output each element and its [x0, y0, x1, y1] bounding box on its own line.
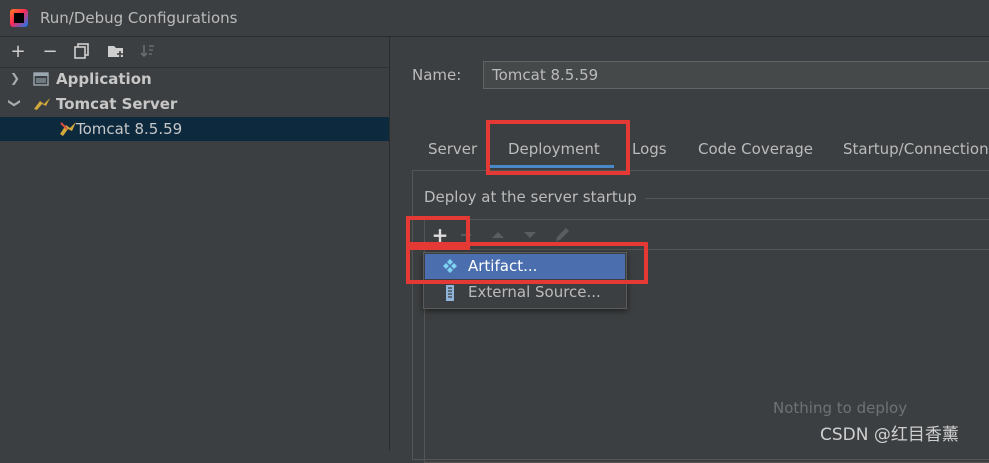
tab-code-coverage[interactable]: Code Coverage: [698, 140, 813, 158]
tree-item-label: Application: [56, 70, 152, 88]
configurations-tree-panel: + − ❯ Application ❯ Tomcat Server Tomcat…: [0, 37, 390, 451]
sort-icon[interactable]: [138, 42, 158, 62]
tab-server[interactable]: Server: [428, 140, 477, 158]
tomcat-icon: [59, 121, 77, 141]
section-title: Deploy at the server startup: [424, 188, 645, 206]
tomcat-icon: [33, 97, 51, 115]
tree-item-tomcat-server[interactable]: ❯ Tomcat Server: [0, 92, 389, 116]
tree-item-application[interactable]: ❯ Application: [0, 67, 389, 91]
copy-icon[interactable]: [72, 42, 92, 62]
chevron-down-icon[interactable]: ❯: [8, 98, 22, 108]
remove-configuration-button[interactable]: −: [40, 42, 60, 62]
application-icon: [33, 72, 49, 90]
title-bar: Run/Debug Configurations: [0, 0, 989, 37]
chevron-right-icon[interactable]: ❯: [10, 71, 20, 85]
new-folder-icon[interactable]: [106, 42, 126, 62]
highlight-artifact-item: [406, 242, 648, 284]
highlight-deployment-tab: [486, 120, 630, 175]
empty-list-text: Nothing to deploy: [773, 399, 908, 417]
menu-item-label: External Source...: [468, 283, 601, 301]
intellij-logo-icon: [10, 9, 28, 27]
tree-item-label: Tomcat 8.5.59: [76, 120, 183, 138]
name-field[interactable]: Tomcat 8.5.59: [483, 61, 989, 89]
name-label: Name:: [412, 66, 462, 84]
tree-item-tomcat-8-5-59[interactable]: Tomcat 8.5.59: [0, 117, 389, 141]
external-source-icon: [443, 285, 457, 301]
tree-toolbar: + −: [0, 37, 389, 68]
section-divider: [635, 198, 989, 199]
watermark: CSDN @红目香薰: [820, 425, 959, 445]
add-configuration-button[interactable]: +: [8, 42, 28, 62]
tab-logs[interactable]: Logs: [632, 140, 667, 158]
window-title: Run/Debug Configurations: [40, 9, 238, 27]
tab-startup-connection[interactable]: Startup/Connection: [843, 140, 989, 158]
tree-item-label: Tomcat Server: [56, 95, 178, 113]
name-field-value: Tomcat 8.5.59: [492, 66, 599, 84]
